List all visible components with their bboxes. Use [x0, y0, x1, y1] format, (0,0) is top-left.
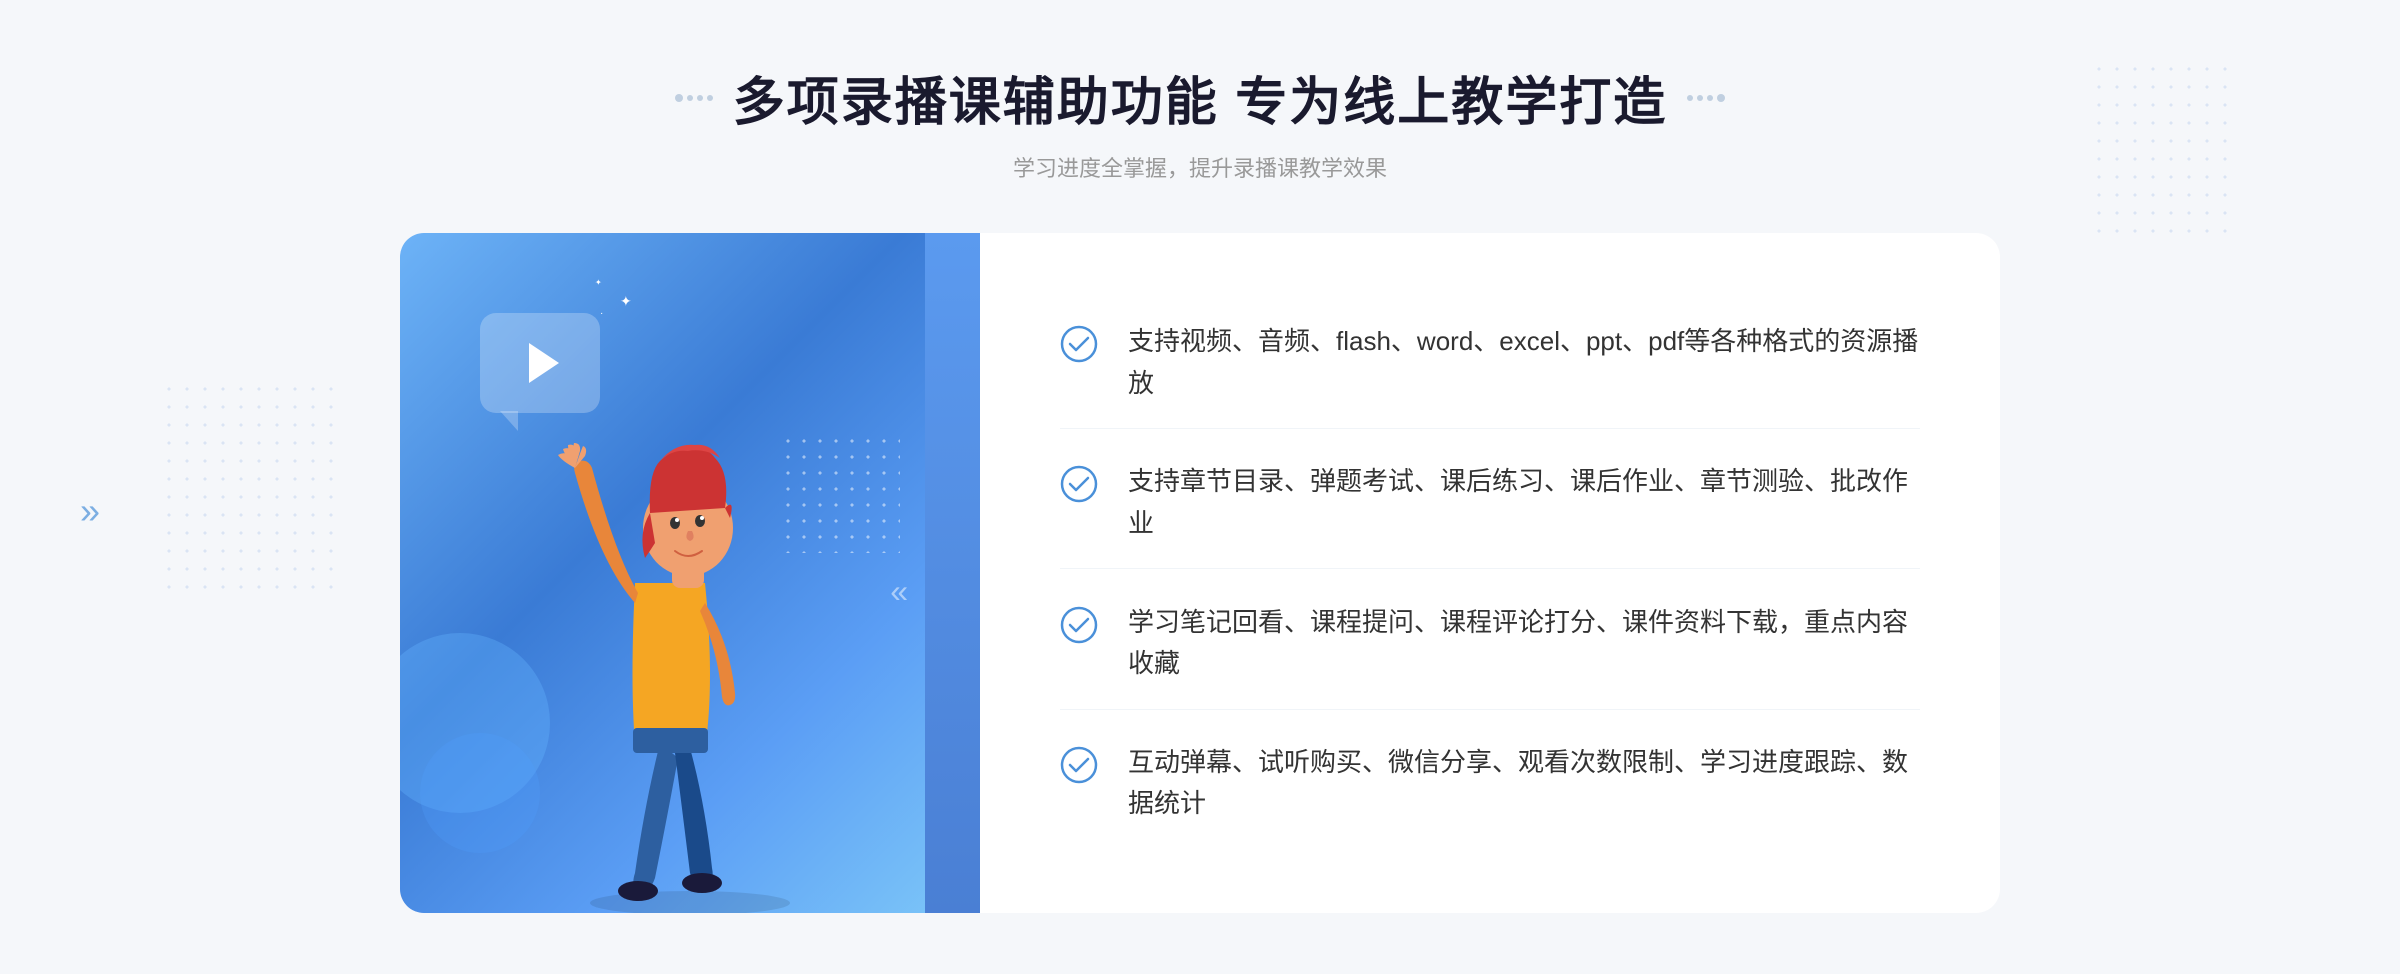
- header-dots-right: [1687, 94, 1725, 102]
- page-container: » 多项录播课辅助功能 专为线上教学打造 学习进度全掌握，提升录播课教学效果: [0, 0, 2400, 974]
- star-decoration-2: ✦: [595, 278, 602, 287]
- feature-item-2: 支持章节目录、弹题考试、课后练习、课后作业、章节测验、批改作业: [1060, 437, 1920, 569]
- check-icon-3: [1060, 606, 1098, 644]
- header-dot: [1707, 95, 1713, 101]
- dot-pattern-right: [2090, 60, 2240, 240]
- feature-text-1: 支持视频、音频、flash、word、excel、ppt、pdf等各种格式的资源…: [1128, 321, 1920, 404]
- header-dot: [697, 95, 703, 101]
- feature-text-4: 互动弹幕、试听购买、微信分享、观看次数限制、学习进度跟踪、数据统计: [1128, 742, 1920, 825]
- features-panel: 支持视频、音频、flash、word、excel、ppt、pdf等各种格式的资源…: [980, 233, 2000, 913]
- header-dot: [1697, 95, 1703, 101]
- sub-title: 学习进度全掌握，提升录播课教学效果: [675, 151, 1725, 183]
- feature-text-3: 学习笔记回看、课程提问、课程评论打分、课件资料下载，重点内容收藏: [1128, 602, 1920, 685]
- main-title: 多项录播课辅助功能 专为线上教学打造: [733, 60, 1667, 135]
- feature-item-4: 互动弹幕、试听购买、微信分享、观看次数限制、学习进度跟踪、数据统计: [1060, 718, 1920, 849]
- check-icon-4: [1060, 746, 1098, 784]
- header-dot: [1687, 95, 1693, 101]
- person-illustration: [520, 313, 860, 913]
- check-icon-1: [1060, 325, 1098, 363]
- illus-chevrons: «: [890, 573, 900, 610]
- illus-stripe: [925, 233, 980, 913]
- header-section: 多项录播课辅助功能 专为线上教学打造 学习进度全掌握，提升录播课教学效果: [675, 60, 1725, 183]
- dot-pattern-left: [160, 380, 340, 600]
- header-dots-left: [675, 94, 713, 102]
- main-content: ✦ ✦ · «: [400, 233, 2000, 913]
- feature-item-1: 支持视频、音频、flash、word、excel、ppt、pdf等各种格式的资源…: [1060, 297, 1920, 429]
- feature-text-2: 支持章节目录、弹题考试、课后练习、课后作业、章节测验、批改作业: [1128, 461, 1920, 544]
- header-dot: [707, 95, 713, 101]
- header-decoration: 多项录播课辅助功能 专为线上教学打造: [675, 60, 1725, 135]
- header-dot: [687, 95, 693, 101]
- illustration-area: ✦ ✦ · «: [400, 233, 980, 913]
- chevron-decoration-left: »: [80, 490, 92, 532]
- header-dot: [1717, 94, 1725, 102]
- header-dot: [675, 94, 683, 102]
- feature-item-3: 学习笔记回看、课程提问、课程评论打分、课件资料下载，重点内容收藏: [1060, 578, 1920, 710]
- check-icon-2: [1060, 465, 1098, 503]
- star-decoration-1: ✦: [620, 293, 632, 310]
